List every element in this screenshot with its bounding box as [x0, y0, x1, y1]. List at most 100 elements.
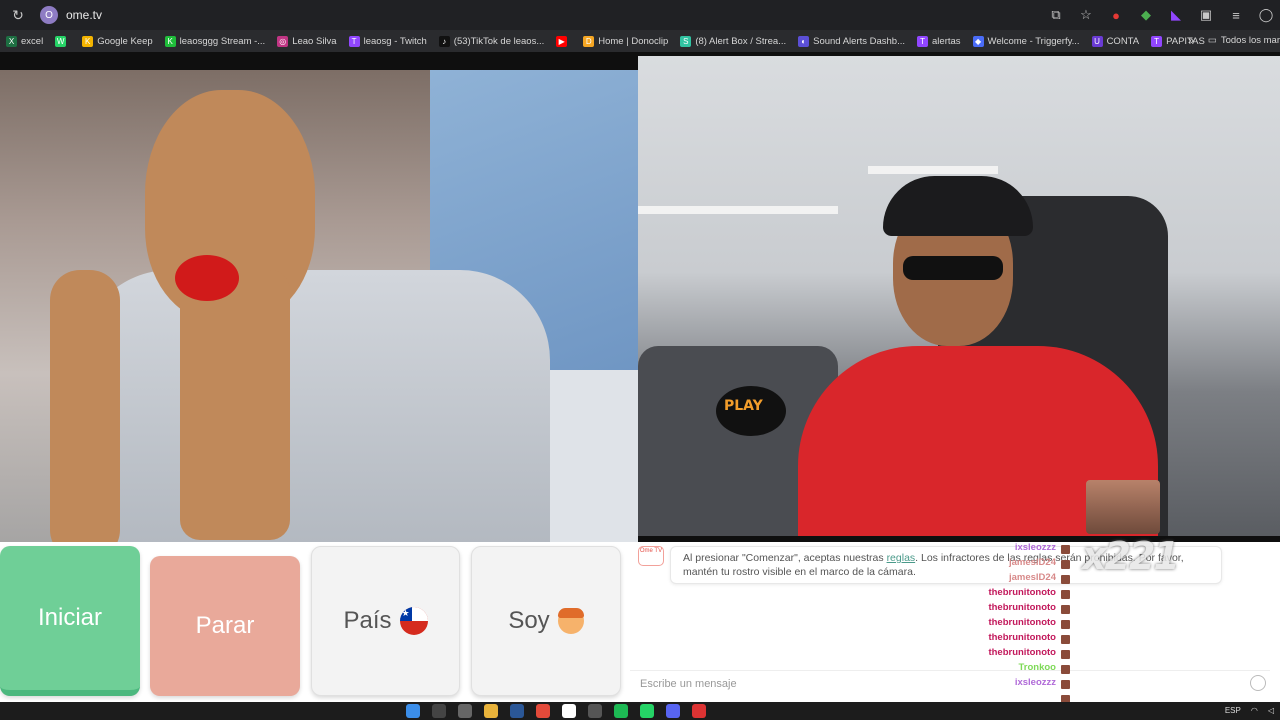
site-info-icon[interactable]: O — [40, 6, 58, 24]
user-badge-icon — [1061, 590, 1070, 599]
ometv-logo-icon: Ome TV — [638, 546, 664, 566]
bookmark-label: PAPITAS — [1166, 35, 1205, 47]
user-badge-icon — [1061, 620, 1070, 629]
stranger-video — [0, 70, 638, 576]
bookmark-item[interactable]: S (8) Alert Box / Strea... — [674, 35, 792, 47]
user-badge-icon — [1061, 575, 1070, 584]
toolbar-actions: ⧉ ☆ ● ◆ ◣ ▣ ≡ ◯ — [1048, 0, 1280, 30]
user-badge-icon — [1061, 560, 1070, 569]
app-icon[interactable] — [588, 704, 602, 718]
bookmark-item[interactable]: Tleaosg - Twitch — [343, 35, 433, 47]
stream-chat-row: thebrunitonoto — [960, 632, 1072, 647]
stop-button[interactable]: Parar — [150, 556, 300, 696]
start-button[interactable]: Iniciar — [0, 546, 140, 696]
start-label: Iniciar — [37, 604, 103, 631]
stream-chat-username: jameslD24 — [1008, 572, 1056, 583]
notice-text-before: Al presionar "Comenzar", aceptas nuestra… — [683, 552, 887, 564]
self-webcam-video: PLAY — [638, 56, 1280, 536]
user-badge-icon — [1061, 635, 1070, 644]
bookmark-item[interactable]: ◎ Leao Silva — [271, 35, 342, 47]
stream-chat-username: thebrunitonoto — [988, 587, 1056, 598]
profile-icon[interactable]: ◯ — [1258, 7, 1274, 23]
search-icon[interactable] — [432, 704, 446, 718]
stream-chat-row: thebrunitonoto — [960, 602, 1072, 617]
whatsapp-icon[interactable] — [640, 704, 654, 718]
gender-button[interactable]: Soy — [471, 546, 621, 696]
country-label: País — [343, 607, 392, 634]
spotify-icon[interactable] — [614, 704, 628, 718]
volume-icon[interactable]: ◁ — [1268, 704, 1274, 718]
wifi-icon[interactable]: ◠ — [1251, 704, 1258, 718]
bookmark-favicon-icon: ◐ — [798, 35, 810, 47]
os-taskbar: ESP ◠ ◁ — [0, 702, 1280, 720]
bookmark-favicon-icon: ♪ — [438, 35, 450, 47]
bookmark-label: (53)TikTok de leaos... — [453, 35, 545, 47]
chrome-icon[interactable] — [536, 704, 550, 718]
rules-link[interactable]: reglas — [887, 552, 916, 564]
reload-icon[interactable]: ↻ — [0, 7, 36, 24]
message-input[interactable]: Escribe un mensaje — [630, 670, 1270, 698]
bookmark-item[interactable]: ▶ — [550, 35, 577, 47]
all-bookmarks-folder[interactable]: ▭ Todos los mar — [1208, 30, 1280, 52]
windows-start-icon[interactable] — [406, 704, 420, 718]
bookmark-label: leaosg - Twitch — [363, 35, 427, 47]
address-bar[interactable]: ome.tv — [66, 8, 102, 22]
bookmark-item[interactable]: Kleaosggg Stream -... — [159, 35, 272, 47]
chat-panel: Ome TV Al presionar "Comenzar", aceptas … — [630, 542, 1280, 702]
language-indicator[interactable]: ESP — [1225, 704, 1241, 718]
bookmark-item[interactable]: ♪ (53)TikTok de leaos... — [433, 35, 550, 47]
bookmark-favicon-icon: T — [917, 35, 929, 47]
stream-chat-overlay: ixsleozzz jameslD24 jameslD24 thebrunitonot… — [960, 542, 1072, 720]
cast-icon[interactable]: ⧉ — [1048, 7, 1064, 23]
stream-chat-row: jameslD24 — [960, 572, 1072, 587]
obs-icon[interactable] — [692, 704, 706, 718]
bookmark-favicon-icon: ▶ — [556, 35, 568, 47]
extensions-puzzle-icon[interactable]: ▣ — [1198, 7, 1214, 23]
user-badge-icon — [1061, 545, 1070, 554]
bookmark-item[interactable]: U CONTA — [1086, 35, 1146, 47]
extension-red-icon[interactable]: ● — [1108, 8, 1124, 23]
bookmark-item[interactable]: ◆ Welcome - Triggerfy... — [967, 35, 1086, 47]
bookmark-item[interactable]: K Google Keep — [76, 35, 158, 47]
stream-chat-row: thebrunitonoto — [960, 647, 1072, 662]
extension-twitch-icon[interactable]: ◣ — [1168, 7, 1184, 23]
file-explorer-icon[interactable] — [484, 704, 498, 718]
user-badge-icon — [1061, 650, 1070, 659]
user-badge-icon — [1061, 605, 1070, 614]
bookmark-item[interactable]: Talertas — [911, 35, 967, 47]
country-button[interactable]: País ★ — [311, 546, 460, 696]
app-icon[interactable] — [562, 704, 576, 718]
browser-toolbar: ↻ O ome.tv ⧉ ☆ ● ◆ ◣ ▣ ≡ ◯ — [0, 0, 1280, 30]
extension-shield-icon[interactable]: ◆ — [1138, 7, 1154, 23]
stream-chat-username: Tronkoo — [1018, 662, 1056, 673]
bookmark-star-icon[interactable]: ☆ — [1078, 7, 1094, 23]
bookmark-favicon-icon: U — [1091, 35, 1103, 47]
bookmark-item[interactable]: W — [49, 35, 76, 47]
person-coat — [80, 270, 550, 576]
stop-label: Parar — [195, 612, 255, 639]
taskview-icon[interactable] — [458, 704, 472, 718]
discord-icon[interactable] — [666, 704, 680, 718]
bookmark-item[interactable]: D Home | Donoclip — [577, 35, 674, 47]
stream-chat-row: ixsleozzz — [960, 677, 1072, 692]
stream-chat-username: thebrunitonoto — [988, 632, 1056, 643]
emoji-icon[interactable] — [1250, 675, 1266, 691]
bookmark-item[interactable]: ◐ Sound Alerts Dashb... — [792, 35, 911, 47]
app-icon[interactable] — [510, 704, 524, 718]
bookmarks-more-icon[interactable]: » — [1188, 30, 1194, 52]
bookmark-favicon-icon: D — [583, 35, 595, 47]
bookmark-favicon-icon: K — [82, 35, 94, 47]
meme-overlay-text: x221 — [1082, 534, 1180, 578]
bookmark-item[interactable]: Xexcel — [0, 35, 49, 47]
bookmark-favicon-icon: S — [680, 35, 692, 47]
bookmark-label: alertas — [932, 35, 961, 47]
bookmark-item[interactable]: T PAPITAS — [1145, 35, 1211, 47]
stream-chat-username: jameslD24 — [1008, 557, 1056, 568]
menu-lines-icon[interactable]: ≡ — [1228, 8, 1244, 23]
stream-chat-row: thebrunitonoto — [960, 617, 1072, 632]
bg-shelf — [638, 206, 838, 214]
gender-label: Soy — [508, 607, 550, 634]
stream-chat-username: ixsleozzz — [1014, 677, 1056, 688]
bookmark-label: Leao Silva — [292, 35, 337, 47]
pillow-text: PLAY — [724, 398, 763, 414]
